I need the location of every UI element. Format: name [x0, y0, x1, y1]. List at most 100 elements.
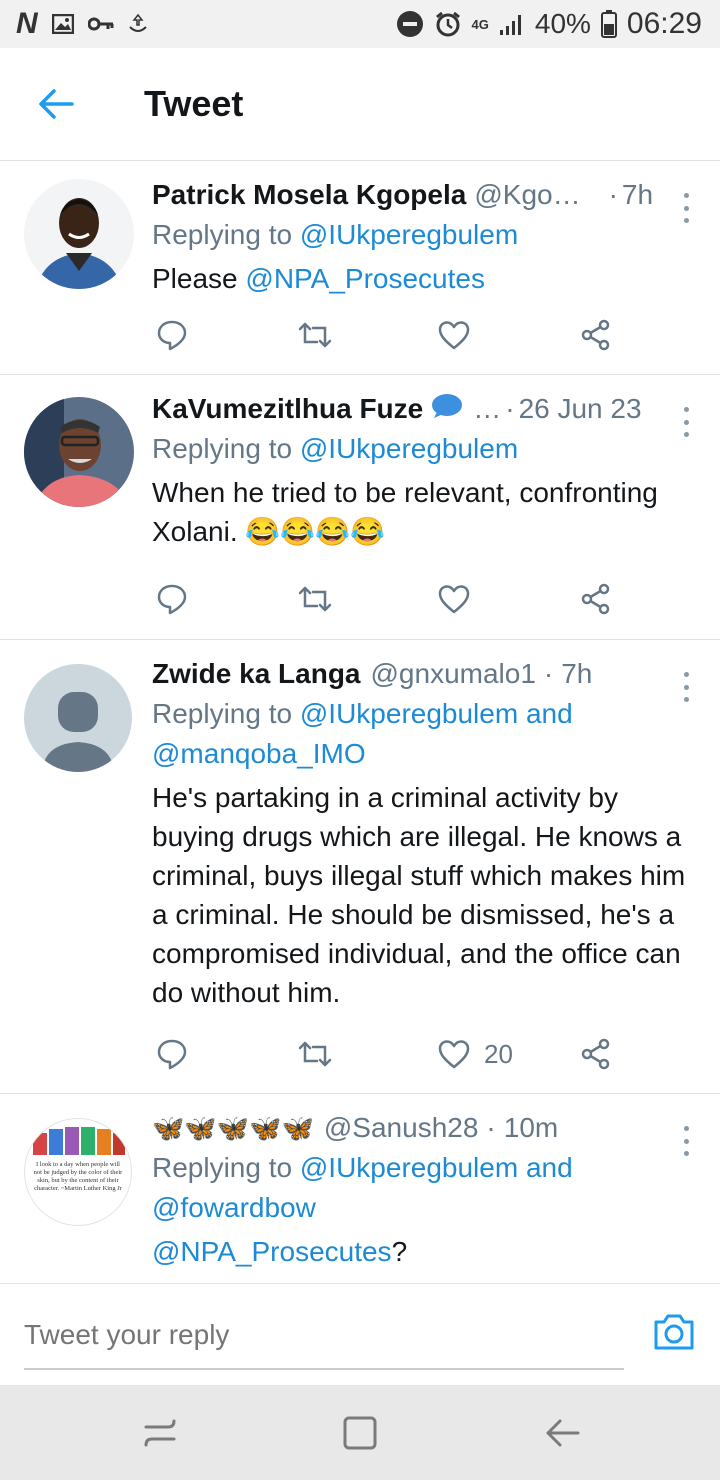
tweet-text: Please @NPA_Prosecutes [152, 259, 692, 298]
key-notification-icon [87, 17, 114, 31]
like-button[interactable]: 20 [438, 1039, 513, 1070]
tweet-text: He's partaking in a criminal activity by… [152, 782, 686, 1008]
like-button[interactable] [438, 320, 470, 350]
tweet-time: 7h [561, 658, 593, 689]
replying-to: Replying to @IUkperegbulem [152, 215, 692, 255]
tweet-text-part: Please [152, 263, 246, 294]
author-name[interactable]: 🦋🦋🦋🦋🦋 [152, 1113, 314, 1144]
back-arrow-icon [39, 89, 74, 119]
tweet-reply[interactable]: Zwide ka Langa @gnxumalo1 · 7h Replying … [0, 640, 720, 1094]
author-handle[interactable]: @gnxumalo1 [371, 658, 536, 690]
system-navigation-bar [0, 1385, 720, 1480]
retweet-icon [298, 1041, 332, 1067]
avatar[interactable]: I look to a day when people will not be … [24, 1118, 132, 1226]
like-button[interactable] [438, 584, 470, 614]
replying-to: Replying to @IUkperegbulem and @fowardbo… [152, 1148, 692, 1228]
retweet-icon [298, 586, 332, 612]
default-avatar[interactable] [24, 664, 132, 772]
recent-apps-button[interactable] [140, 1413, 180, 1453]
avatar[interactable] [24, 397, 134, 507]
mention-link[interactable]: @IUkperegbulem [300, 433, 518, 464]
separator-dot: · [486, 1112, 496, 1143]
camera-icon [654, 1314, 694, 1350]
tweet-actions [152, 579, 622, 619]
replying-to: Replying to @IUkperegbulem [152, 429, 692, 469]
heart-icon [438, 321, 470, 350]
tweet-reply[interactable]: KaVumezitlhua Fuze … · 26 Jun 23 Replyin… [0, 375, 720, 640]
author-handle[interactable]: @Kgo… [474, 179, 580, 211]
tweet-reply[interactable]: I look to a day when people will not be … [0, 1094, 720, 1283]
back-button[interactable] [28, 76, 84, 132]
mention-link[interactable]: @NPA_Prosecutes [245, 263, 485, 294]
more-vertical-icon[interactable] [674, 1126, 698, 1156]
replying-to: Replying to @IUkperegbulem and @manqoba_… [152, 694, 692, 774]
clock: 06:29 [626, 7, 702, 40]
heart-icon [438, 1040, 470, 1069]
retweet-icon [298, 322, 332, 348]
reply-icon [157, 1039, 187, 1070]
page-title: Tweet [144, 83, 244, 124]
replying-to-label: Replying to [152, 698, 300, 729]
reply-input[interactable] [24, 1302, 624, 1370]
separator-dot: · [608, 179, 618, 210]
do-not-disturb-icon [396, 11, 423, 37]
replying-to-label: Replying to [152, 433, 300, 464]
author-handle[interactable]: @Sanush28 [324, 1112, 479, 1144]
share-icon [581, 583, 610, 615]
status-bar: N 4G 40% 06:29 [0, 0, 720, 48]
author-name[interactable]: KaVumezitlhua Fuze [152, 393, 423, 425]
recent-apps-icon [144, 1419, 176, 1447]
system-back-button[interactable] [542, 1413, 582, 1453]
reply-button[interactable] [156, 583, 188, 615]
replying-to-label: Replying to [152, 219, 300, 250]
author-name[interactable]: Patrick Mosela Kgopela [152, 179, 466, 211]
tweet-actions [152, 315, 622, 355]
reply-icon [157, 320, 187, 351]
n-notification-icon: N [16, 7, 38, 40]
home-icon [343, 1416, 377, 1450]
alarm-icon [435, 11, 460, 37]
reply-composer [0, 1283, 720, 1386]
system-back-icon [546, 1419, 580, 1447]
tweet-time: 10m [503, 1112, 559, 1143]
avatar-quote: I look to a day when people will not be … [33, 1161, 123, 1192]
reply-icon [157, 584, 187, 615]
share-button[interactable] [580, 583, 612, 615]
image-notification-icon [51, 14, 74, 34]
mention-link[interactable]: @IUkperegbulem [300, 219, 518, 250]
wifi-sync-notification-icon [128, 13, 147, 32]
share-icon [581, 319, 610, 351]
tweet-reply[interactable]: Patrick Mosela Kgopela @Kgo… · 7h Replyi… [0, 161, 720, 375]
more-vertical-icon[interactable] [674, 193, 698, 223]
battery-percent: 40% [534, 8, 591, 39]
signal-icon [499, 15, 521, 35]
replying-to-label: Replying to [152, 1152, 300, 1183]
battery-icon [600, 10, 617, 38]
tweet-time: 7h [621, 179, 654, 210]
heart-icon [438, 585, 470, 614]
mention-link[interactable]: @NPA_Prosecutes [152, 1236, 392, 1267]
retweet-button[interactable] [297, 1039, 333, 1069]
share-button[interactable] [580, 1038, 612, 1070]
tweet-actions: 20 [152, 1034, 622, 1074]
more-vertical-icon[interactable] [674, 672, 698, 702]
tweet-text-part: ? [391, 1236, 408, 1267]
author-handle[interactable]: … [473, 393, 501, 425]
top-app-bar: Tweet [0, 48, 720, 161]
separator-dot: · [543, 658, 554, 689]
retweet-button[interactable] [297, 320, 333, 350]
tweet-text: When he tried to be relevant, confrontin… [152, 477, 658, 547]
separator-dot: · [505, 393, 515, 424]
reply-button[interactable] [156, 1038, 188, 1070]
share-button[interactable] [580, 319, 612, 351]
avatar[interactable] [24, 179, 134, 289]
retweet-button[interactable] [297, 584, 333, 614]
author-name[interactable]: Zwide ka Langa [152, 658, 361, 690]
home-button[interactable] [340, 1413, 380, 1453]
speech-bubble-emoji [431, 393, 463, 426]
reply-button[interactable] [156, 319, 188, 351]
more-vertical-icon[interactable] [674, 407, 698, 437]
share-icon [581, 1038, 610, 1070]
camera-button[interactable] [652, 1312, 696, 1356]
network-type: 4G [471, 16, 489, 32]
